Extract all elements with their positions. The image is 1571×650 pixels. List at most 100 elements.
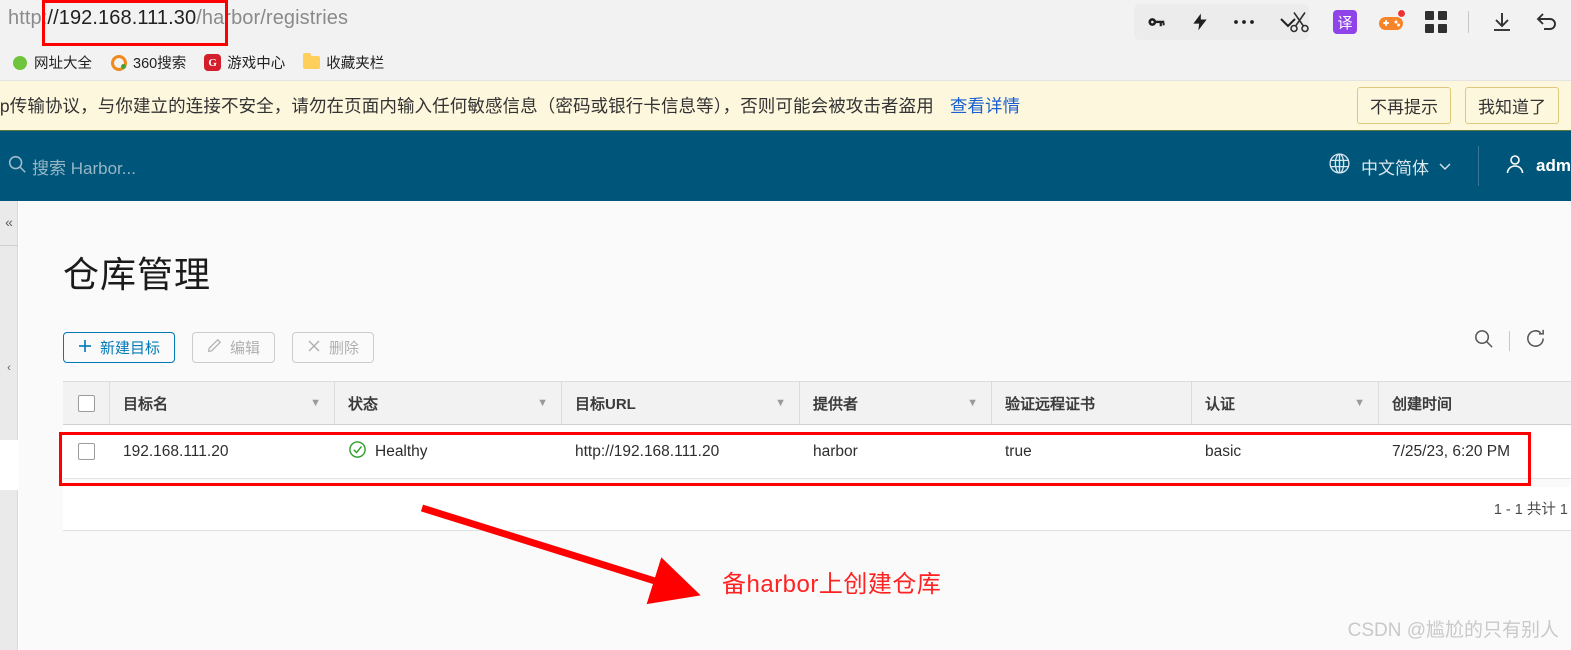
harbor-search[interactable]: 搜索 Harbor... bbox=[6, 153, 136, 180]
column-label: 验证远程证书 bbox=[1005, 395, 1096, 413]
view-details-link[interactable]: 查看详情 bbox=[950, 96, 1020, 116]
filter-icon[interactable]: ▼ bbox=[537, 397, 548, 409]
filter-icon[interactable]: ▼ bbox=[967, 397, 978, 409]
search-icon bbox=[6, 153, 28, 180]
warning-message: ttp传输协议，与你建立的连接不安全，请勿在页面内输入任何敏感信息（密码或银行卡… bbox=[0, 96, 934, 116]
delete-label: 删除 bbox=[329, 340, 360, 357]
scissors-icon[interactable] bbox=[1288, 10, 1312, 34]
user-icon bbox=[1503, 152, 1527, 181]
harbor-search-placeholder: 搜索 Harbor... bbox=[32, 158, 136, 178]
download-icon[interactable] bbox=[1490, 10, 1514, 34]
globe-icon bbox=[1327, 151, 1352, 181]
got-it-button[interactable]: 我知道了 bbox=[1465, 87, 1559, 124]
user-name: adm bbox=[1536, 156, 1571, 175]
cell-provider: harbor bbox=[813, 442, 858, 460]
search-icon[interactable] bbox=[1472, 327, 1495, 355]
edit-label: 编辑 bbox=[230, 340, 261, 357]
globe-dot-icon bbox=[11, 54, 28, 71]
cell-created: 7/25/23, 6:20 PM bbox=[1392, 442, 1511, 460]
harbor-header: 搜索 Harbor... 中文简体 adm bbox=[0, 131, 1571, 201]
sidebar-divider bbox=[0, 245, 18, 246]
address-bar[interactable]: http://192.168.111.30/harbor/registries bbox=[8, 7, 348, 30]
registries-table: 目标名 ▼ 状态 ▼ 目标URL ▼ 提供者 ▼ 验证远程证书 认证 ▼ 创建时… bbox=[63, 381, 1571, 479]
column-header-verify-cert[interactable]: 验证远程证书 bbox=[992, 382, 1192, 424]
toolbar-divider bbox=[1468, 11, 1469, 33]
bookmark-item-0[interactable]: 网址大全 bbox=[2, 52, 101, 73]
sidebar-item-registries[interactable] bbox=[0, 440, 18, 490]
new-endpoint-label: 新建目标 bbox=[100, 340, 161, 357]
folder-icon bbox=[303, 53, 321, 71]
extension-icons: 译 bbox=[1288, 4, 1559, 40]
column-label: 提供者 bbox=[813, 395, 859, 413]
undo-icon[interactable] bbox=[1535, 10, 1559, 34]
cell-name: 192.168.111.20 bbox=[123, 442, 229, 460]
table-row[interactable]: 192.168.111.20 Healthy http://192.168.11… bbox=[63, 425, 1571, 479]
notification-dot bbox=[1397, 9, 1406, 18]
translate-icon[interactable]: 译 bbox=[1333, 10, 1357, 34]
cell-auth: basic bbox=[1205, 442, 1242, 460]
bookmark-label: 收藏夹栏 bbox=[326, 56, 385, 72]
user-menu[interactable]: adm bbox=[1479, 152, 1571, 181]
table-tools bbox=[1472, 327, 1547, 355]
column-label: 目标URL bbox=[575, 395, 636, 413]
column-header-url[interactable]: 目标URL ▼ bbox=[562, 382, 800, 424]
key-icon[interactable] bbox=[1145, 11, 1167, 33]
sidebar-collapse-toggle[interactable]: « bbox=[0, 209, 18, 235]
dont-remind-button[interactable]: 不再提示 bbox=[1357, 87, 1451, 124]
row-select-cell bbox=[63, 425, 110, 478]
column-label: 认证 bbox=[1205, 395, 1236, 413]
bookmark-label: 360搜索 bbox=[133, 56, 187, 72]
filter-icon[interactable]: ▼ bbox=[1354, 397, 1365, 409]
game-controller-icon[interactable] bbox=[1378, 9, 1406, 32]
select-all-checkbox[interactable] bbox=[77, 394, 95, 412]
chevron-down-icon bbox=[1438, 156, 1452, 176]
cell-verify-cert: true bbox=[1005, 442, 1032, 460]
lightning-icon[interactable] bbox=[1190, 11, 1210, 33]
harbor-header-right: 中文简体 adm bbox=[1327, 131, 1571, 201]
sidebar-item-partial[interactable]: ‹ bbox=[0, 356, 18, 380]
row-checkbox[interactable] bbox=[78, 443, 95, 460]
ellipsis-icon[interactable] bbox=[1233, 18, 1255, 26]
language-label: 中文简体 bbox=[1361, 158, 1430, 178]
column-header-provider[interactable]: 提供者 ▼ bbox=[800, 382, 992, 424]
security-warning-text: ttp传输协议，与你建立的连接不安全，请勿在页面内输入任何敏感信息（密码或银行卡… bbox=[0, 93, 1020, 118]
filter-icon[interactable]: ▼ bbox=[310, 397, 321, 409]
column-label: 创建时间 bbox=[1392, 395, 1453, 413]
bookmarks-bar: 网址大全 360搜索 G 游戏中心 收藏夹栏 bbox=[0, 45, 1571, 81]
tools-divider bbox=[1509, 331, 1510, 351]
bookmark-item-1[interactable]: 360搜索 bbox=[101, 52, 195, 73]
bookmark-label: 网址大全 bbox=[34, 56, 92, 72]
security-warning-bar: ttp传输协议，与你建立的连接不安全，请勿在页面内输入任何敏感信息（密码或银行卡… bbox=[0, 81, 1571, 131]
sidebar: « ‹ bbox=[0, 201, 18, 650]
pagination-bar: 1 - 1 共计 1 条记 bbox=[63, 487, 1571, 531]
cell-status: Healthy bbox=[335, 425, 562, 478]
apps-grid-icon[interactable] bbox=[1425, 11, 1447, 33]
bookmark-item-2[interactable]: G 游戏中心 bbox=[195, 52, 294, 73]
pagination-summary: 1 - 1 共计 1 条记 bbox=[1493, 502, 1571, 518]
close-icon bbox=[307, 339, 321, 357]
filter-icon[interactable]: ▼ bbox=[775, 397, 786, 409]
language-selector[interactable]: 中文简体 bbox=[1327, 151, 1478, 181]
watermark: CSDN @尴尬的只有别人 bbox=[1347, 620, 1559, 641]
column-header-auth[interactable]: 认证 ▼ bbox=[1192, 382, 1379, 424]
new-endpoint-button[interactable]: 新建目标 bbox=[63, 332, 176, 363]
game-center-icon: G bbox=[204, 54, 222, 71]
pencil-icon bbox=[207, 338, 222, 357]
select-all-header bbox=[63, 382, 110, 424]
table-action-toolbar: 新建目标 编辑 删除 bbox=[63, 332, 375, 363]
url-scheme: http: bbox=[8, 7, 48, 29]
bookmark-item-3[interactable]: 收藏夹栏 bbox=[294, 52, 393, 73]
column-header-status[interactable]: 状态 ▼ bbox=[335, 382, 562, 424]
360-circle-icon bbox=[110, 54, 127, 71]
bookmark-label: 游戏中心 bbox=[227, 56, 286, 72]
column-header-name[interactable]: 目标名 ▼ bbox=[110, 382, 335, 424]
edit-button[interactable]: 编辑 bbox=[192, 332, 276, 363]
refresh-icon[interactable] bbox=[1524, 327, 1547, 355]
delete-button[interactable]: 删除 bbox=[292, 332, 375, 363]
status-label: Healthy bbox=[375, 442, 428, 460]
omnibox-actions bbox=[1134, 4, 1309, 40]
plus-icon bbox=[78, 339, 92, 357]
table-header-row: 目标名 ▼ 状态 ▼ 目标URL ▼ 提供者 ▼ 验证远程证书 认证 ▼ 创建时… bbox=[63, 381, 1571, 425]
url-host: //192.168.111.30 bbox=[47, 7, 197, 29]
column-header-created[interactable]: 创建时间 bbox=[1379, 382, 1571, 424]
